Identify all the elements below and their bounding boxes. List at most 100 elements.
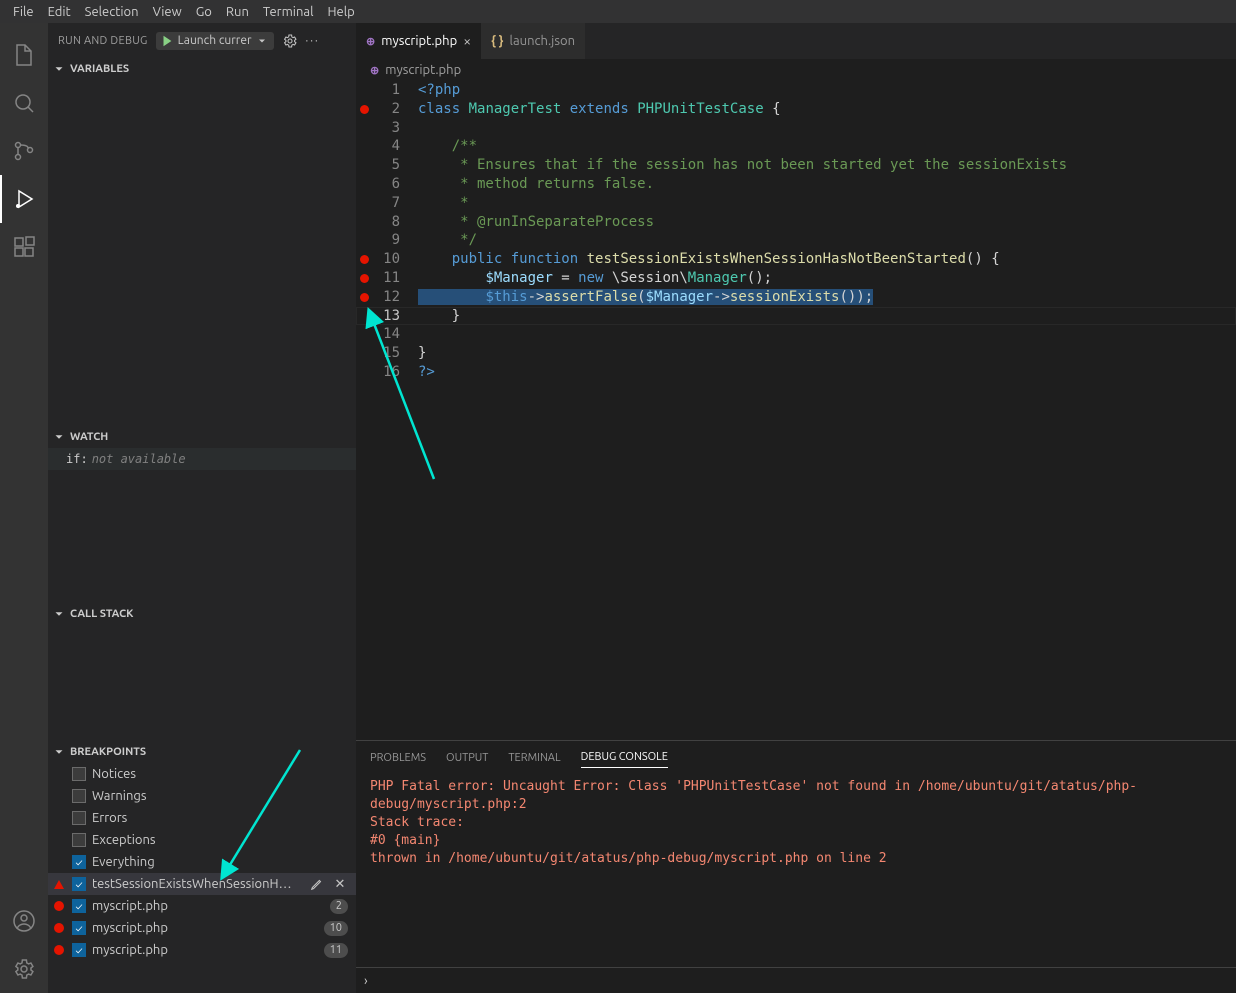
- checkbox[interactable]: [72, 767, 86, 781]
- menu-go[interactable]: Go: [189, 3, 219, 21]
- line-number: 3: [372, 119, 406, 138]
- panel-tab-debug-console[interactable]: DEBUG CONSOLE: [581, 747, 668, 768]
- breadcrumb-label: myscript.php: [385, 63, 461, 77]
- code-line[interactable]: 5 * Ensures that if the session has not …: [356, 156, 1236, 175]
- activity-bar: [0, 23, 48, 993]
- code-line[interactable]: 7 *: [356, 194, 1236, 213]
- code-editor[interactable]: 1<?php2class ManagerTest extends PHPUnit…: [356, 81, 1236, 740]
- breakpoint-dot-icon[interactable]: [360, 105, 369, 114]
- breakpoint-category-label: Errors: [92, 811, 348, 825]
- extensions-icon[interactable]: [0, 223, 48, 271]
- more-actions-icon[interactable]: ···: [306, 35, 320, 47]
- line-number: 1: [372, 81, 406, 100]
- breakpoint-category-label: Notices: [92, 767, 348, 781]
- code-line[interactable]: 3: [356, 119, 1236, 138]
- line-number: 5: [372, 156, 406, 175]
- panel-tab-terminal[interactable]: TERMINAL: [508, 748, 560, 768]
- breakpoint-dot-icon[interactable]: [360, 255, 369, 264]
- checkbox[interactable]: [72, 833, 86, 847]
- chevron-down-icon: [52, 745, 66, 759]
- line-badge: 10: [324, 921, 348, 936]
- code-line[interactable]: 9 */: [356, 231, 1236, 250]
- breakpoint-item[interactable]: ✓myscript.php2: [48, 895, 356, 917]
- breadcrumb[interactable]: ⊕ myscript.php: [356, 59, 1236, 81]
- section-watch-header[interactable]: WATCH: [48, 426, 356, 448]
- edit-icon[interactable]: [310, 877, 326, 891]
- code-line[interactable]: 8 * @runInSeparateProcess: [356, 213, 1236, 232]
- close-icon[interactable]: ✕: [332, 877, 348, 892]
- breakpoint-category-label: Everything: [92, 855, 348, 869]
- menu-edit[interactable]: Edit: [41, 3, 78, 21]
- launch-config-selector[interactable]: Launch currer: [156, 32, 274, 50]
- breakpoint-dot-icon: [54, 945, 64, 955]
- editor-tabs: ⊕ myscript.php × { } launch.json: [356, 23, 1236, 59]
- sidebar-title: RUN AND DEBUG: [58, 35, 148, 47]
- tab-label: myscript.php: [381, 34, 457, 48]
- checkbox[interactable]: [72, 811, 86, 825]
- accounts-icon[interactable]: [0, 897, 48, 945]
- tab-label: launch.json: [510, 34, 575, 48]
- editor-tab[interactable]: { } launch.json: [481, 23, 585, 59]
- breakpoint-category[interactable]: Notices: [48, 763, 356, 785]
- menu-file[interactable]: File: [6, 3, 41, 21]
- code-line[interactable]: 15}: [356, 344, 1236, 363]
- breakpoint-dot-icon[interactable]: [360, 293, 369, 302]
- breakpoint-item[interactable]: ✓myscript.php10: [48, 917, 356, 939]
- code-line[interactable]: 10 public function testSessionExistsWhen…: [356, 250, 1236, 269]
- chevron-down-icon: [256, 35, 268, 47]
- panel-tab-problems[interactable]: PROBLEMS: [370, 748, 426, 768]
- code-line[interactable]: 4 /**: [356, 137, 1236, 156]
- section-breakpoints-label: BREAKPOINTS: [70, 746, 146, 758]
- settings-gear-icon[interactable]: [0, 945, 48, 993]
- watch-expression[interactable]: if: not available: [48, 448, 356, 470]
- breakpoint-category[interactable]: ✓ Everything: [48, 851, 356, 873]
- line-number: 9: [372, 231, 406, 250]
- checkbox[interactable]: ✓: [72, 899, 86, 913]
- search-icon[interactable]: [0, 79, 48, 127]
- code-line[interactable]: 13 }: [356, 307, 1236, 326]
- php-file-icon: ⊕: [370, 64, 379, 77]
- breakpoint-category[interactable]: Errors: [48, 807, 356, 829]
- menu-selection[interactable]: Selection: [78, 3, 146, 21]
- line-number: 15: [372, 344, 406, 363]
- checkbox[interactable]: ✓: [72, 921, 86, 935]
- breakpoint-category[interactable]: Exceptions: [48, 829, 356, 851]
- code-line[interactable]: 12 $this->assertFalse($Manager->sessionE…: [356, 288, 1236, 307]
- checkbox[interactable]: ✓: [72, 877, 86, 891]
- section-breakpoints-header[interactable]: BREAKPOINTS: [48, 741, 356, 763]
- close-icon[interactable]: ×: [463, 33, 471, 49]
- menu-view[interactable]: View: [146, 3, 189, 21]
- explorer-icon[interactable]: [0, 31, 48, 79]
- menu-help[interactable]: Help: [320, 3, 361, 21]
- code-line[interactable]: 16?>: [356, 363, 1236, 382]
- code-line[interactable]: 14: [356, 325, 1236, 344]
- breakpoint-category[interactable]: Warnings: [48, 785, 356, 807]
- panel-tab-output[interactable]: OUTPUT: [446, 748, 488, 768]
- breakpoint-dot-icon[interactable]: [360, 274, 369, 283]
- breakpoint-item[interactable]: ✓myscript.php11: [48, 939, 356, 961]
- breakpoint-item[interactable]: ✓testSessionExistsWhenSessionH…✕: [48, 873, 356, 895]
- line-badge: 2: [330, 899, 348, 914]
- checkbox[interactable]: [72, 789, 86, 803]
- debug-console-output[interactable]: PHP Fatal error: Uncaught Error: Class '…: [356, 774, 1236, 967]
- editor-tab[interactable]: ⊕ myscript.php ×: [356, 23, 481, 59]
- run-debug-icon[interactable]: [0, 175, 48, 223]
- section-callstack-header[interactable]: CALL STACK: [48, 603, 356, 625]
- checkbox[interactable]: ✓: [72, 855, 86, 869]
- code-line[interactable]: 2class ManagerTest extends PHPUnitTestCa…: [356, 100, 1236, 119]
- json-file-icon: { }: [491, 34, 503, 48]
- code-line[interactable]: 6 * method returns false.: [356, 175, 1236, 194]
- line-number: 2: [372, 100, 406, 119]
- php-file-icon: ⊕: [366, 35, 375, 48]
- menu-terminal[interactable]: Terminal: [256, 3, 321, 21]
- code-line[interactable]: 1<?php: [356, 81, 1236, 100]
- checkbox[interactable]: ✓: [72, 943, 86, 957]
- chevron-down-icon: [52, 62, 66, 76]
- code-line[interactable]: 11 $Manager = new \Session\Manager();: [356, 269, 1236, 288]
- source-control-icon[interactable]: [0, 127, 48, 175]
- menu-run[interactable]: Run: [219, 3, 256, 21]
- configure-gear-icon[interactable]: [282, 33, 298, 49]
- breakpoint-category-label: Exceptions: [92, 833, 348, 847]
- section-variables-header[interactable]: VARIABLES: [48, 58, 356, 80]
- debug-console-input[interactable]: ›: [356, 967, 1236, 993]
